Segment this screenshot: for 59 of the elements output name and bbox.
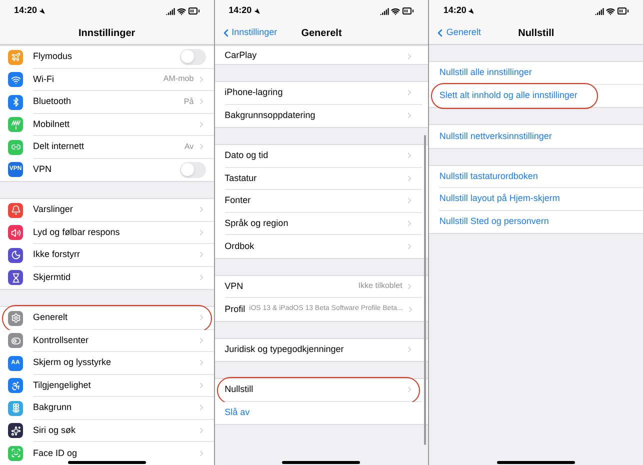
wifi-icon xyxy=(606,6,615,16)
home-indicator[interactable] xyxy=(282,461,360,464)
row-label: CarPlay xyxy=(224,49,257,62)
row-label: Face ID og xyxy=(33,446,78,460)
battery-icon xyxy=(402,5,414,17)
signal-icon xyxy=(380,6,390,16)
wifi-icon xyxy=(391,6,400,16)
row-value: AM-mob xyxy=(163,73,194,86)
row-label: VPN xyxy=(33,163,52,176)
status-time: 14:20 xyxy=(443,4,466,18)
location-icon xyxy=(39,8,46,14)
row-label: iPhone-lagring xyxy=(224,86,283,99)
nav-title: Innstillinger xyxy=(78,26,136,40)
location-icon xyxy=(254,8,260,14)
row-label: Bluetooth xyxy=(33,95,72,108)
status-time: 14:20 xyxy=(14,4,38,18)
row-label: Kontrollsenter xyxy=(33,334,89,346)
row-label: Juridisk og typegodkjenninger xyxy=(224,343,344,356)
row-label: Delt internett xyxy=(33,140,84,153)
status-time: 14:20 xyxy=(228,4,252,18)
row-label: Ordbok xyxy=(224,240,254,252)
row-value: På xyxy=(184,96,194,108)
row-label: Språk og region xyxy=(224,216,288,230)
row-label: Bakgrunn xyxy=(33,401,72,414)
row-label: Skjermtid xyxy=(33,271,71,284)
nav-title: Nullstill xyxy=(518,26,554,40)
toggle-switch[interactable] xyxy=(180,162,206,178)
row-label: Ikke forstyrr xyxy=(33,248,80,261)
row-label: Flymodus xyxy=(33,50,72,63)
row-label: Tilgjengelighet xyxy=(33,378,91,392)
signal-icon xyxy=(595,6,604,16)
back-button[interactable]: Generelt xyxy=(434,26,481,40)
home-indicator[interactable] xyxy=(497,461,576,464)
nav-title: Generelt xyxy=(301,26,342,40)
battery-icon xyxy=(188,5,200,17)
location-icon xyxy=(468,8,474,14)
row-label: Profil xyxy=(224,302,246,316)
row-label: Skjerm og lysstyrke xyxy=(33,356,112,369)
action-link[interactable]: Slå av xyxy=(224,406,250,420)
row-label: Varslinger xyxy=(33,203,73,216)
row-value: Av xyxy=(184,140,194,153)
row-label: Fonter xyxy=(224,194,251,207)
battery-icon xyxy=(617,5,629,17)
row-label: Wi-Fi xyxy=(33,72,54,86)
row-label: Generelt xyxy=(33,311,68,324)
home-indicator[interactable] xyxy=(68,461,146,464)
wifi-icon xyxy=(176,6,186,16)
row-label: Lyd og følbar respons xyxy=(33,226,120,239)
row-label: Bakgrunnsoppdatering xyxy=(224,109,316,122)
toggle-switch[interactable] xyxy=(180,48,206,65)
row-label: Nullstill xyxy=(224,383,254,396)
row-label: Dato og tid xyxy=(224,149,268,162)
row-label: Tastatur xyxy=(224,172,257,184)
back-button[interactable]: Innstillinger xyxy=(220,26,278,40)
signal-icon xyxy=(166,6,175,16)
row-label: VPN xyxy=(224,280,244,292)
row-label: Mobilnett xyxy=(33,118,70,130)
row-value: Ikke tilkoblet xyxy=(358,280,402,292)
row-label: Siri og søk xyxy=(33,424,76,437)
